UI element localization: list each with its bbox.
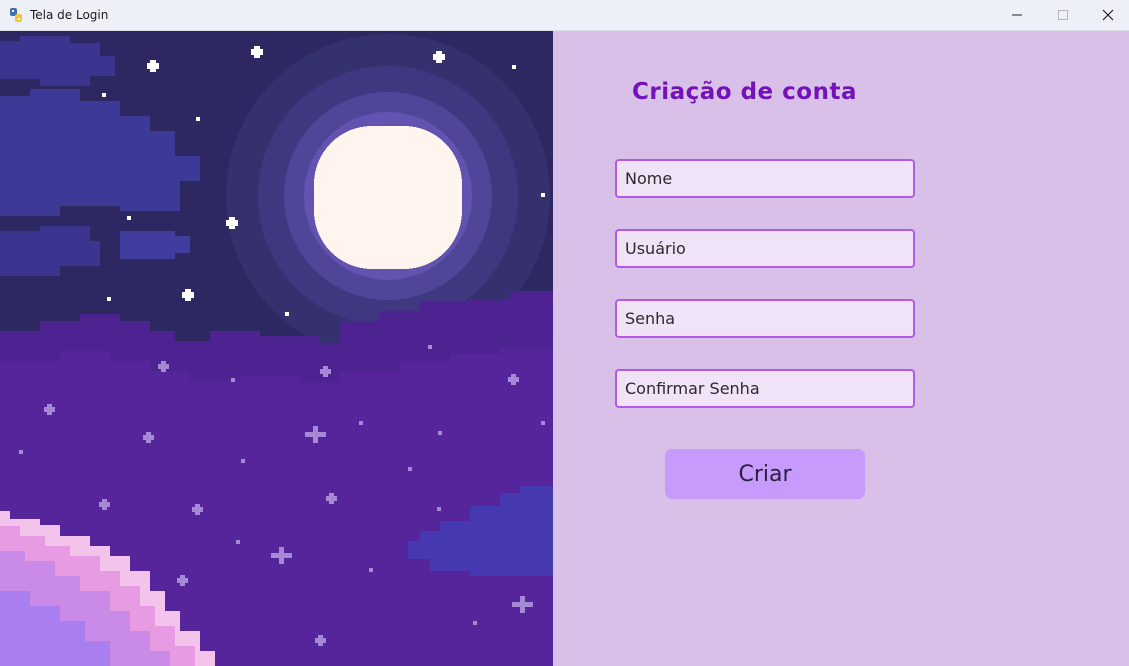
close-icon [1102,9,1114,21]
signup-form-panel: Criação de conta Criar [553,31,1129,666]
app-window: Tela de Login Criação de conta Nome Usuá… [0,0,1129,666]
maximize-button[interactable] [1040,0,1086,30]
minimize-icon [1011,9,1023,21]
create-account-button[interactable]: Criar [665,449,865,499]
title-bar[interactable]: Tela de Login [0,0,1129,31]
window-title: Tela de Login [30,8,109,22]
minimize-button[interactable] [994,0,1040,30]
moon [314,126,462,269]
username-input[interactable] [615,229,915,268]
confirm-password-input[interactable] [615,369,915,408]
close-button[interactable] [1085,0,1129,30]
maximize-icon [1057,9,1069,21]
password-input[interactable] [615,299,915,338]
pixel-night-sky-illustration [0,31,553,666]
name-input[interactable] [615,159,915,198]
form-title: Criação de conta [632,79,857,105]
python-icon [8,7,24,23]
